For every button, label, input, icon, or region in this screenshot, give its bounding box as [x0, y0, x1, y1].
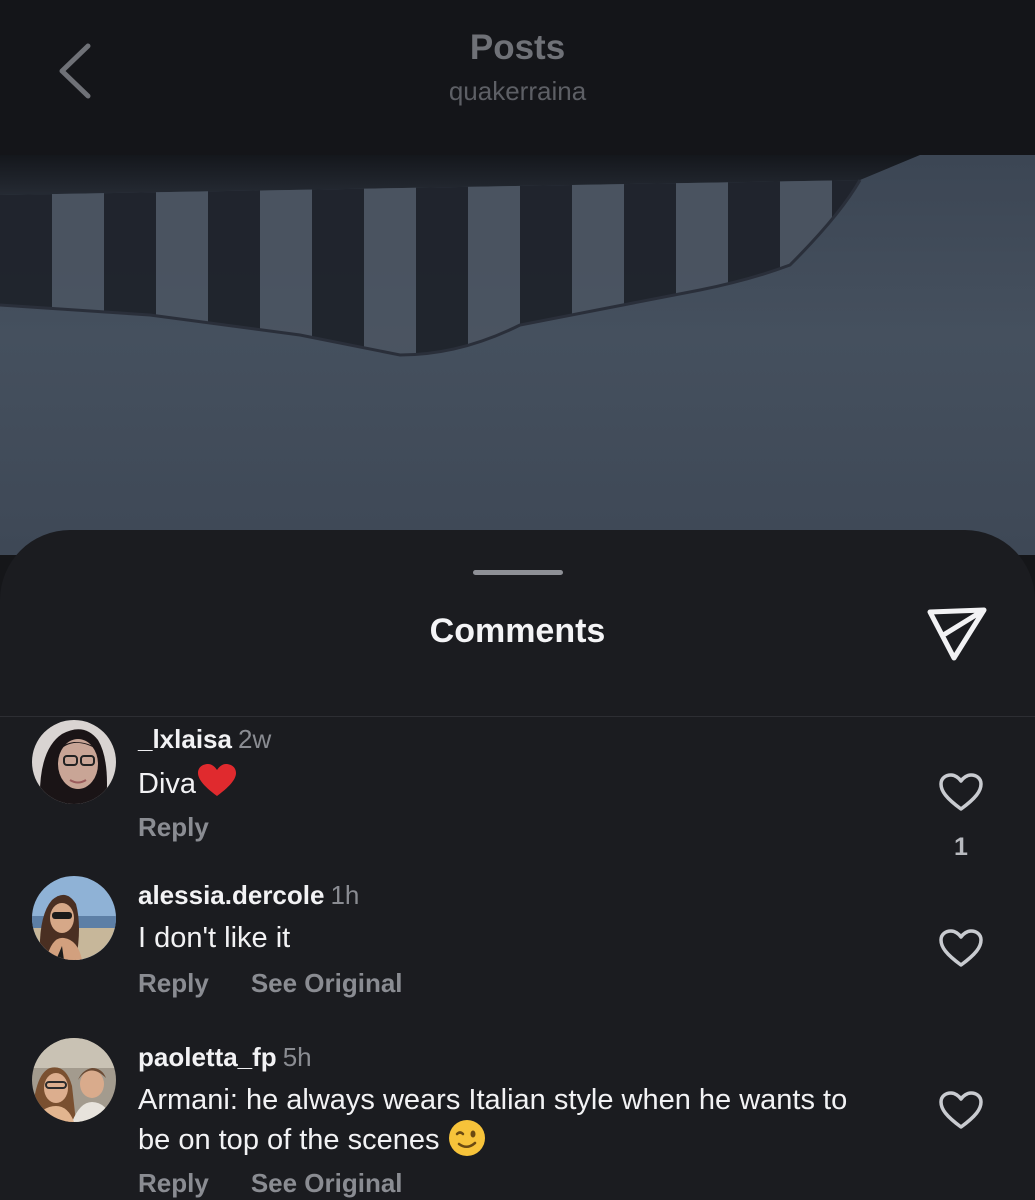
page-title: Posts: [469, 28, 566, 67]
post-photo-graphic: [0, 155, 920, 357]
comment-text: Armani: he always wears Italian style wh…: [138, 1082, 858, 1159]
red-heart-emoji-icon: [198, 764, 237, 796]
comment-header: paoletta_fp 5h: [138, 1042, 312, 1073]
post-image[interactable]: [0, 155, 1035, 555]
avatar[interactable]: [32, 1038, 116, 1122]
like-button[interactable]: [938, 928, 984, 968]
like-count: 1: [954, 833, 968, 861]
reply-button[interactable]: Reply: [138, 1168, 209, 1199]
heart-outline-icon: [939, 773, 983, 811]
winking-face-emoji-icon: [448, 1120, 485, 1156]
heart-outline-icon: [939, 1091, 983, 1129]
avatar-image: [32, 720, 116, 804]
heart-outline-icon: [939, 929, 983, 967]
screen: Posts quakerraina Comments _lxlaisa 2w D…: [0, 0, 1035, 1200]
comment-header: alessia.dercole 1h: [138, 880, 359, 911]
comment-body: Armani: he always wears Italian style wh…: [138, 1084, 848, 1156]
avatar-image: [32, 1038, 116, 1122]
page-subtitle-username[interactable]: quakerraina: [0, 76, 1035, 107]
comment-actions: Reply See Original: [138, 968, 445, 999]
comment-time: 2w: [237, 724, 272, 754]
comment-time: 5h: [282, 1042, 312, 1072]
comment-actions: Reply: [138, 812, 251, 843]
reply-button[interactable]: Reply: [138, 812, 209, 843]
sheet-grab-handle[interactable]: [473, 570, 563, 575]
comments-title: Comments: [429, 612, 606, 650]
avatar[interactable]: [32, 876, 116, 960]
like-button[interactable]: [938, 772, 984, 812]
divider: [0, 716, 1035, 717]
comment-header: _lxlaisa 2w: [138, 724, 271, 755]
avatar-image: [32, 876, 116, 960]
comment-text: I don't like it: [138, 920, 858, 957]
see-original-button[interactable]: See Original: [251, 968, 403, 999]
reply-button[interactable]: Reply: [138, 968, 209, 999]
avatar[interactable]: [32, 720, 116, 804]
top-bar: Posts quakerraina: [0, 0, 1035, 155]
like-button[interactable]: [938, 1090, 984, 1130]
see-original-button[interactable]: See Original: [251, 1168, 403, 1199]
comment-text: Diva: [138, 764, 858, 803]
share-button[interactable]: [924, 602, 990, 664]
comment-actions: Reply See Original: [138, 1168, 445, 1199]
comment-username[interactable]: _lxlaisa: [138, 724, 232, 754]
comment-username[interactable]: alessia.dercole: [138, 880, 324, 910]
comment-body: Diva: [138, 768, 197, 800]
paper-plane-icon: [927, 607, 987, 661]
comments-sheet: Comments _lxlaisa 2w Diva Reply 1 alessi…: [0, 530, 1035, 1200]
comment-body: I don't like it: [138, 922, 291, 954]
comment-username[interactable]: paoletta_fp: [138, 1042, 277, 1072]
comment-time: 1h: [330, 880, 360, 910]
